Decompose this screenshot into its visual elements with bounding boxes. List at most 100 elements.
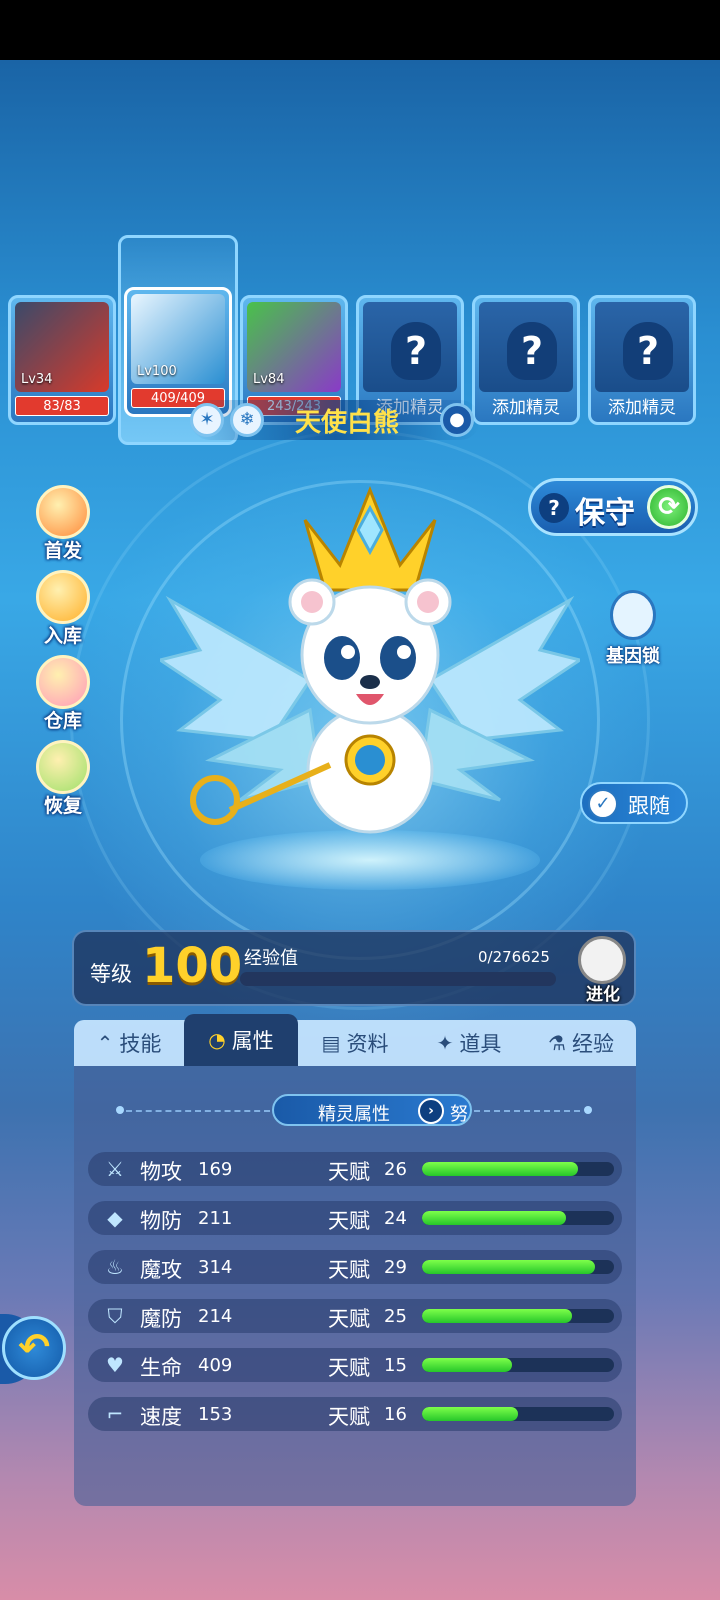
back-button[interactable]: ↶ xyxy=(0,1310,70,1384)
stat-name: 生命 xyxy=(140,1356,182,1380)
talent-value: 25 xyxy=(384,1306,407,1327)
talent-value: 16 xyxy=(384,1404,407,1425)
stat-row: ♨ 魔攻 314 天赋 29 xyxy=(88,1250,622,1284)
pet-name: 天使白熊 xyxy=(295,408,400,438)
pet-character-image[interactable] xyxy=(160,480,580,860)
stat-name: 物防 xyxy=(140,1209,182,1233)
tab-label: 道具 xyxy=(459,1032,502,1056)
add-pet-label: 添加精灵 xyxy=(492,398,560,418)
starter-button[interactable]: 首发 xyxy=(30,485,96,563)
heart-icon: ♥ xyxy=(106,1353,124,1377)
talent-bar xyxy=(422,1211,614,1225)
empty-portrait: ? xyxy=(363,302,457,392)
tab-attribute[interactable]: ◔ 属性 xyxy=(184,1014,298,1066)
talent-bar xyxy=(422,1407,614,1421)
stat-row: ⚔ 物攻 169 天赋 26 xyxy=(88,1152,622,1186)
exp-bar xyxy=(240,972,556,986)
talent-bar xyxy=(422,1358,614,1372)
stat-row: ⛉ 魔防 214 天赋 25 xyxy=(88,1299,622,1333)
gene-lock-icon xyxy=(610,590,656,640)
stat-row: ♥ 生命 409 天赋 15 xyxy=(88,1348,622,1382)
talent-label: 天赋 xyxy=(328,1258,370,1282)
team-slot-pet[interactable]: Lv100 409/409 xyxy=(124,287,232,417)
item-icon: ✦ xyxy=(436,1031,454,1055)
pet-detail-screen: Lv3483/83Lv100409/409Lv84243/243?添加精灵?添加… xyxy=(0,60,720,1600)
restore-icon xyxy=(36,740,90,794)
tab-item[interactable]: ✦ 道具 xyxy=(412,1020,526,1066)
talent-bar-fill xyxy=(422,1211,566,1225)
status-bar xyxy=(0,0,720,60)
tab-skill[interactable]: ⌃ 技能 xyxy=(74,1020,184,1066)
menu-label: 首发 xyxy=(43,540,82,562)
pet-level: Lv84 xyxy=(253,372,285,387)
bear-body xyxy=(288,578,452,834)
shield-icon: ◆ xyxy=(107,1206,123,1230)
talent-label: 天赋 xyxy=(328,1405,370,1429)
stat-name: 魔攻 xyxy=(140,1258,182,1282)
restore-button[interactable]: 恢复 xyxy=(30,740,96,818)
exp-label: 经验值 xyxy=(244,948,298,969)
evolve-icon xyxy=(578,936,626,984)
tab-label: 资料 xyxy=(346,1032,389,1056)
evolve-button[interactable]: 进化 xyxy=(572,936,634,1005)
talent-label: 天赋 xyxy=(328,1307,370,1331)
menu-label: 入库 xyxy=(43,625,82,647)
nature-label: 努 xyxy=(450,1104,468,1125)
talent-bar-fill xyxy=(422,1260,595,1274)
boot-icon: ⌐ xyxy=(106,1402,124,1426)
pet-level: Lv34 xyxy=(21,372,53,387)
stat-value: 214 xyxy=(198,1306,233,1327)
talent-label: 天赋 xyxy=(328,1356,370,1380)
stat-value: 169 xyxy=(198,1159,233,1180)
talent-bar-fill xyxy=(422,1309,572,1323)
back-arrow-icon[interactable]: ↶ xyxy=(2,1316,66,1380)
warehouse-button[interactable]: 仓库 xyxy=(30,655,96,733)
tab-label: 经验 xyxy=(571,1032,614,1056)
stat-value: 314 xyxy=(198,1257,233,1278)
talent-bar xyxy=(422,1260,614,1274)
talent-value: 29 xyxy=(384,1257,407,1278)
menu-label: 恢复 xyxy=(43,795,82,817)
team-slot-empty[interactable]: ? 添加精灵 xyxy=(588,295,696,425)
team-slot-empty[interactable]: ? 添加精灵 xyxy=(472,295,580,425)
pet-level: Lv100 xyxy=(137,364,177,379)
follow-toggle[interactable]: ✓ 跟随 xyxy=(580,782,688,824)
talent-label: 天赋 xyxy=(328,1160,370,1184)
sword-icon: ⚔ xyxy=(106,1157,124,1181)
stat-value: 211 xyxy=(198,1208,233,1229)
skill-icon: ⌃ xyxy=(96,1031,114,1055)
talent-bar-fill xyxy=(422,1358,513,1372)
attributes-panel: 精灵属性 › 努 ⚔ 物攻 169 天赋 26 ◆ 物防 211 天赋 24 ♨ 魔攻 314 天赋 29 ⛉… xyxy=(74,1066,636,1506)
exp-flask-icon: ⚗ xyxy=(548,1031,566,1055)
tab-profile[interactable]: ▤ 资料 xyxy=(298,1020,412,1066)
detail-tabs: ⌃ 技能 ◔ 属性 ▤ 资料 ✦ 道具 ⚗ 经验 xyxy=(74,1014,636,1066)
talent-bar-fill xyxy=(422,1407,518,1421)
gene-lock-label: 基因锁 xyxy=(606,646,660,667)
refresh-icon[interactable]: ⟳ xyxy=(647,485,691,529)
team-slot-pet[interactable]: Lv34 83/83 xyxy=(8,295,116,425)
attribute-icon: ◔ xyxy=(208,1028,226,1052)
profile-icon: ▤ xyxy=(321,1031,341,1055)
wind-type-icon[interactable]: ✶ xyxy=(190,403,224,437)
attribute-header: 精灵属性 › 努 xyxy=(272,1094,472,1126)
flame-icon: ♨ xyxy=(106,1255,124,1279)
pet-badge-icon[interactable]: ● xyxy=(440,403,474,437)
exp-value: 0/276625 xyxy=(478,948,550,966)
guard-mode-label: 保守 xyxy=(575,496,635,531)
store-button[interactable]: 入库 xyxy=(30,570,96,648)
starter-icon xyxy=(36,485,90,539)
ice-type-icon[interactable]: ❄ xyxy=(230,403,264,437)
level-value: 100 xyxy=(142,938,243,994)
stat-value: 409 xyxy=(198,1355,233,1376)
talent-bar-fill xyxy=(422,1162,578,1176)
talent-value: 26 xyxy=(384,1159,407,1180)
tab-exp-flask[interactable]: ⚗ 经验 xyxy=(526,1020,636,1066)
empty-portrait: ? xyxy=(595,302,689,392)
question-icon: ? xyxy=(391,322,441,380)
talent-value: 15 xyxy=(384,1355,407,1376)
gene-lock-button[interactable]: 基因锁 xyxy=(598,590,668,670)
stat-value: 153 xyxy=(198,1404,233,1425)
talent-value: 24 xyxy=(384,1208,407,1229)
store-icon xyxy=(36,570,90,624)
chevron-right-icon[interactable]: › xyxy=(418,1098,444,1124)
